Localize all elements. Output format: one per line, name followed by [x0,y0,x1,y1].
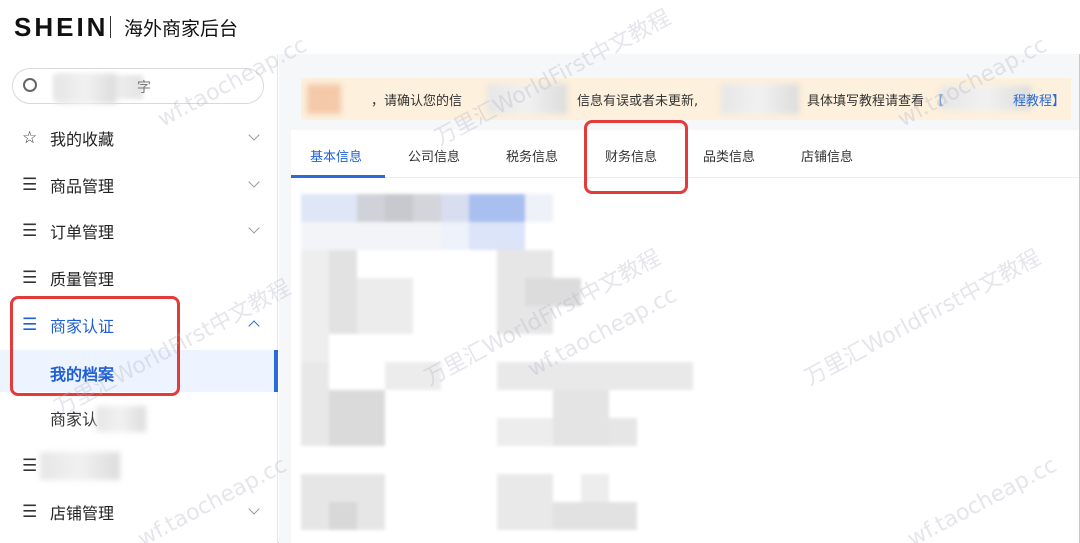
sidebar-item-orders[interactable]: ☰ 订单管理 [0,211,278,251]
blurred-region [56,74,116,104]
sidebar-item-favorites[interactable]: ☆ 我的收藏 [0,118,278,158]
sidebar-item-label: 店铺管理 [50,504,115,523]
sidebar-item-quality[interactable]: ☰ 质量管理 [0,258,278,298]
star-icon: ☆ [22,128,38,148]
menu-list-icon: ☰ [22,221,38,241]
top-header: SHEIN 海外商家后台 [0,0,1080,54]
notice-text: ，请确认您的信 [371,94,463,109]
tab-store-info[interactable]: 店铺信息 [801,146,853,165]
blurred-region [96,406,146,432]
blurred-form-content [301,194,693,530]
sidebar-item-products[interactable]: ☰ 商品管理 [0,165,278,205]
blurred-region [307,84,341,114]
brand-logo[interactable]: SHEIN [14,12,108,43]
search-placeholder: 字 [137,80,151,96]
sidebar-item-label: 订单管理 [50,223,115,242]
blurred-region [40,452,120,480]
annotation-highlight-box [584,120,688,194]
tab-basic-info[interactable]: 基本信息 [310,146,362,165]
notice-banner: ，请确认您的信 信息有误或者未更新, 具体填写教程请查看 【 程教程】 [301,78,1071,120]
search-icon [23,78,37,92]
sidebar-item-store[interactable]: ☰ 店铺管理 [0,492,278,532]
chevron-down-icon [248,222,260,234]
sidebar-subitem-label: 商家认 [50,410,99,429]
header-title: 海外商家后台 [124,18,239,40]
sidebar-item-label: 我的收藏 [50,130,115,149]
sidebar-item-label: 商品管理 [50,177,115,196]
menu-list-icon: ☰ [22,502,38,522]
chevron-down-icon [248,176,260,188]
tab-category-info[interactable]: 品类信息 [703,146,755,165]
header-divider [110,16,111,38]
menu-list-icon: ☰ [22,175,38,195]
chevron-down-icon [248,503,260,515]
notice-text: 信息有误或者未更新, [577,94,699,109]
chevron-up-icon [248,320,260,332]
active-tab-indicator [291,175,385,178]
sidebar-item-label: 质量管理 [50,270,115,289]
active-indicator [274,350,278,392]
blurred-region [721,84,799,114]
blurred-region [487,84,567,114]
tab-company-info[interactable]: 公司信息 [408,146,460,165]
chevron-down-icon [248,129,260,141]
menu-list-icon: ☰ [22,268,38,288]
tutorial-link[interactable]: 程教程】 [1013,90,1065,109]
tab-tax-info[interactable]: 税务信息 [506,146,558,165]
notice-text: 具体填写教程请查看 [807,94,925,109]
annotation-highlight-box [10,296,180,396]
menu-search-input[interactable]: 字 [12,68,264,104]
